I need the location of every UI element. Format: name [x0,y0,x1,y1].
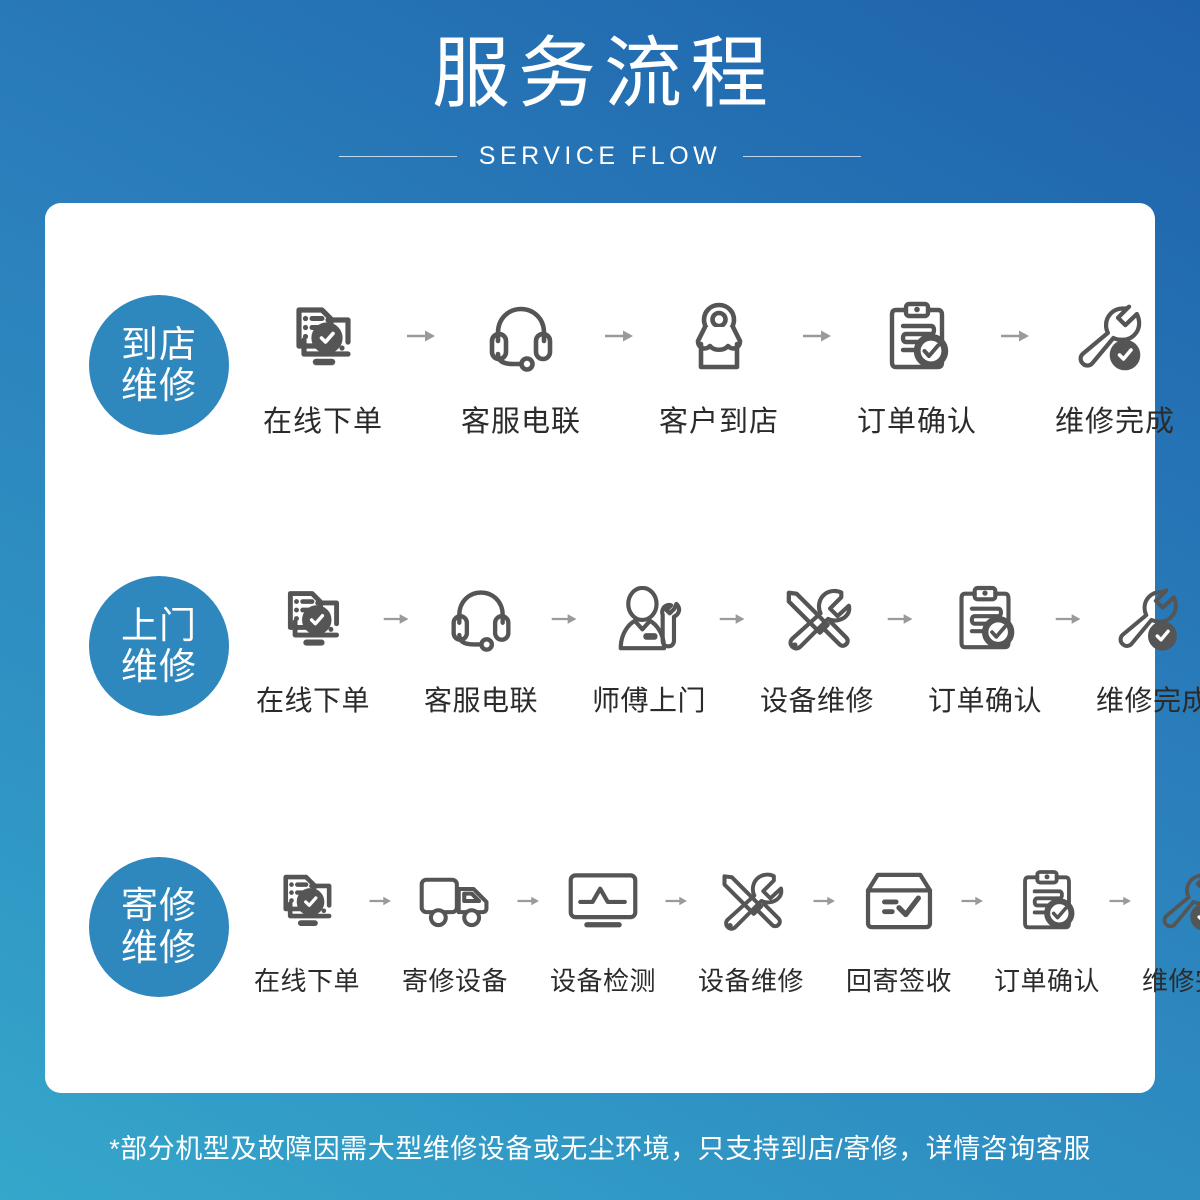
step-order-confirm[interactable]: 订单确认 [919,573,1051,719]
step-label: 回寄签收 [845,966,952,997]
arrow-icon [379,573,415,665]
arrow-icon [515,855,543,947]
poster-footer: *部分机型及故障因需大型维修设备或无尘环境，只支持到店/寄修，详情咨询客服 [0,1093,1200,1200]
step-label: 订单确认 [993,966,1100,997]
arrow-icon [715,573,751,665]
step-label: 寄修设备 [401,966,508,997]
step-label: 维修完成 [1141,966,1200,997]
badge-line-2: 维修 [121,365,197,407]
step-online-order[interactable]: 在线下单 [247,855,367,998]
tools-icon [717,855,785,947]
steps-mail-in: 在线下单 寄修设备 设备检测 设备维修 回寄签收 订单确认 维修 [247,855,1200,998]
step-return-receipt[interactable]: 回寄签收 [839,855,959,998]
steps-onsite: 在线下单 客服电联 师傅上门 设备维修 订单确认 维修完成 [247,573,1200,719]
steps-in-store: 在线下单 客服电联 客户到店 订单确认 维修完成 [247,290,1200,440]
step-repair-complete[interactable]: 维修完成 [1039,290,1191,440]
arrow-icon [1051,573,1087,665]
step-order-confirm[interactable]: 订单确认 [987,855,1107,998]
subtitle-row: SERVICE FLOW [0,142,1200,171]
online-order-icon [278,573,348,665]
page-title: 服务流程 [431,29,776,117]
arrow-icon [959,855,987,947]
step-order-confirm[interactable]: 订单确认 [841,290,993,440]
divider-right [743,156,862,157]
arrow-icon [367,855,395,947]
online-order-icon [286,290,360,384]
technician-icon [612,573,686,665]
step-device-repair[interactable]: 设备维修 [751,573,883,719]
flow-card: 到店 维修 在线下单 客服电联 客户到店 订单确认 维修完成 上门 维修 在线下… [45,203,1200,1093]
footer-note: *部分机型及故障因需大型维修设备或无尘环境，只支持到店/寄修，详情咨询客服 [109,1134,1091,1164]
badge-mail-in[interactable]: 寄修 维修 [89,856,229,997]
page-subtitle: SERVICE FLOW [478,142,722,170]
monitor-diagnostic-icon [566,855,640,947]
step-label: 客服电联 [423,684,538,716]
badge-line-2: 维修 [121,926,197,968]
step-customer-arrives[interactable]: 客户到店 [643,290,795,440]
step-device-repair[interactable]: 设备维修 [691,855,811,998]
step-label: 客服电联 [460,406,581,439]
store-location-icon [684,290,754,384]
arrow-icon [795,290,841,382]
arrow-icon [1107,855,1135,947]
flow-row-onsite: 上门 维修 在线下单 客服电联 师傅上门 设备维修 订单确认 维修完成 [45,541,1200,751]
tools-icon [781,573,853,665]
step-technician-visit[interactable]: 师傅上门 [583,573,715,719]
arrow-icon [883,573,919,665]
step-label: 师傅上门 [591,684,706,716]
step-label: 在线下单 [253,966,360,997]
wrench-check-icon [1118,573,1188,665]
clipboard-check-icon [954,573,1016,665]
step-repair-complete[interactable]: 维修完成 [1135,855,1200,998]
wrench-check-icon [1078,290,1152,384]
badge-line-1: 到店 [121,323,197,365]
step-label: 在线下单 [255,684,370,716]
badge-line-1: 寄修 [121,885,197,927]
step-label: 设备检测 [549,966,656,997]
step-label: 维修完成 [1054,406,1175,439]
badge-onsite[interactable]: 上门 维修 [89,575,229,716]
step-label: 设备维修 [697,966,804,997]
arrow-icon [399,290,445,382]
online-order-icon [274,855,340,947]
badge-line-2: 维修 [121,645,197,687]
box-check-icon [864,855,934,947]
step-label: 设备维修 [759,684,874,716]
arrow-icon [663,855,691,947]
step-online-order[interactable]: 在线下单 [247,573,379,719]
step-online-order[interactable]: 在线下单 [247,290,399,440]
flow-row-in-store: 到店 维修 在线下单 客服电联 客户到店 订单确认 维修完成 [45,260,1174,470]
headset-icon [485,290,557,384]
step-label: 维修完成 [1095,684,1200,716]
clipboard-check-icon [884,290,950,384]
headset-icon [447,573,515,665]
badge-in-store[interactable]: 到店 维修 [89,295,229,436]
poster-header: 服务流程 SERVICE FLOW [0,0,1200,171]
step-label: 订单确认 [927,684,1042,716]
wrench-check-icon [1162,855,1200,947]
step-device-diagnostic[interactable]: 设备检测 [543,855,663,998]
truck-icon [418,855,492,947]
step-repair-complete[interactable]: 维修完成 [1087,573,1200,719]
step-label: 订单确认 [856,406,977,439]
arrow-icon [993,290,1039,382]
step-label: 在线下单 [262,406,383,439]
divider-left [338,156,457,157]
step-ship-device[interactable]: 寄修设备 [395,855,515,998]
step-label: 客户到店 [658,406,779,439]
arrow-icon [811,855,839,947]
badge-line-1: 上门 [121,604,197,646]
step-customer-service-call[interactable]: 客服电联 [445,290,597,440]
flow-row-mail-in: 寄修 维修 在线下单 寄修设备 设备检测 设备维修 回寄签收 订单确认 维修 [45,822,1200,1032]
arrow-icon [597,290,643,382]
step-customer-service-call[interactable]: 客服电联 [415,573,547,719]
clipboard-check-icon [1018,855,1076,947]
service-flow-poster: 服务流程 SERVICE FLOW 到店 维修 在线下单 客服电联 客户到店 订… [0,0,1200,1200]
arrow-icon [547,573,583,665]
